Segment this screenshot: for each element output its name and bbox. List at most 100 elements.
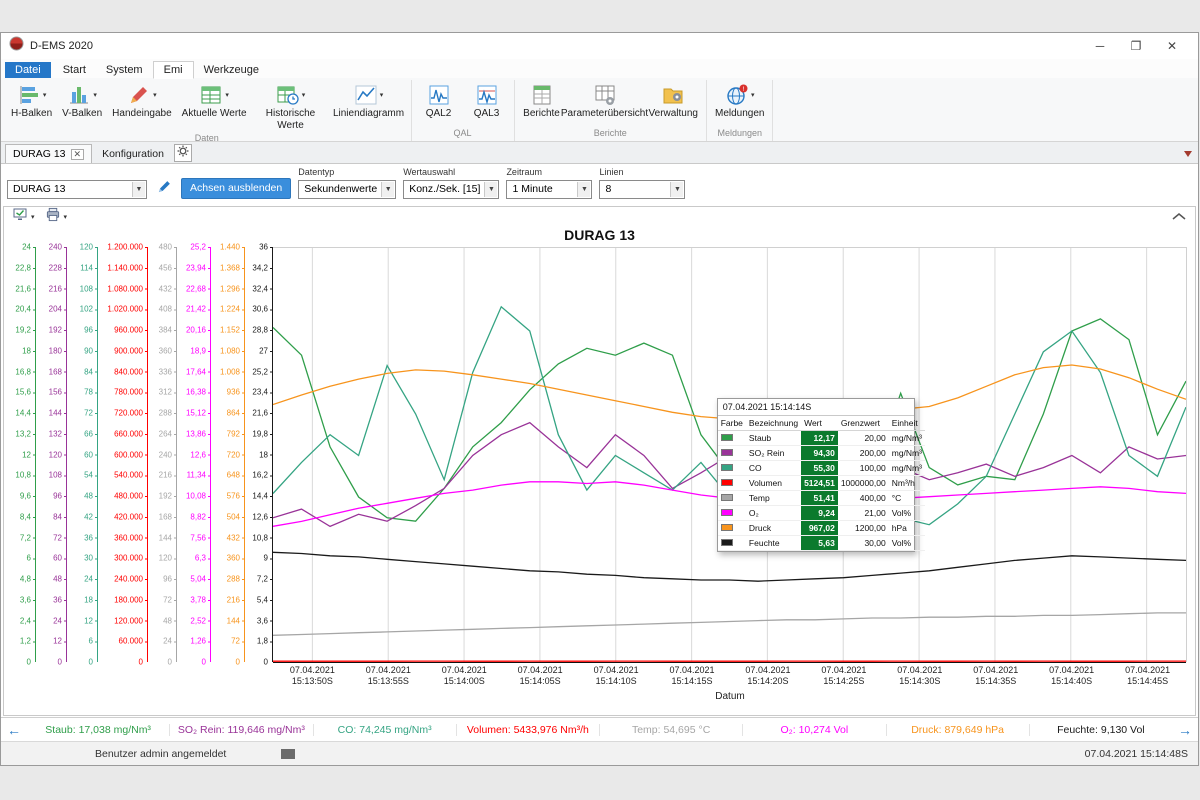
ribbon-button-liniendiagramm[interactable]: ▾Liniendiagramm (330, 80, 408, 131)
print-chart-button[interactable]: ▾ (45, 207, 68, 227)
collapse-panel-button[interactable] (1171, 208, 1187, 226)
tab-konfiguration[interactable]: Konfiguration (92, 145, 174, 163)
x-tick-label: 07.04.202115:14:35S (973, 665, 1018, 688)
ribbon-button-label: V-Balken (62, 108, 102, 120)
ribbon-button-aktuelle-werte[interactable]: ▾Aktuelle Werte (177, 80, 252, 131)
vbar-chart-icon: ▾ (67, 82, 97, 108)
ribbon-button-meldungen[interactable]: ! ▾ Meldungen (710, 80, 769, 126)
ribbon-button-handeingabe[interactable]: ▾Handeingabe (107, 80, 177, 131)
axis-tick-label: 720.000 (99, 409, 143, 418)
hand-input-icon: ▾ (127, 82, 157, 108)
axis-tick-label: 504 (212, 512, 240, 521)
axis-tick-label: 660.000 (99, 429, 143, 438)
datentyp-select[interactable]: Sekundenwerte ▼ (298, 180, 396, 199)
dropdown-arrow-icon[interactable]: ▾ (751, 91, 755, 99)
ribbon-tab-werkzeuge[interactable]: Werkzeuge (194, 62, 269, 78)
y-axis-labels: 4804564324083843603363122882642402161921… (151, 247, 174, 662)
tooltip-timestamp: 07.04.2021 15:14:14S (718, 399, 914, 416)
tooltip-col-einheit: Einheit (889, 416, 925, 431)
dropdown-arrow-icon[interactable]: ▾ (43, 91, 47, 99)
axis-tick-label: 1.368 (212, 263, 240, 272)
ribbon-group-buttons: ▾H-Balken▾V-Balken▾Handeingabe▾Aktuelle … (6, 80, 408, 131)
maximize-icon[interactable]: ❐ (1118, 39, 1154, 53)
axis-tick-label: 9,6 (11, 492, 31, 501)
dropdown-arrow-icon[interactable]: ▾ (153, 91, 157, 99)
tooltip-series-limit: 400,00 (838, 491, 889, 506)
axis-tick-label: 48 (37, 575, 62, 584)
axis-line (208, 247, 211, 662)
tooltip-row-o: O₂9,2421,00Vol% (718, 506, 925, 521)
splitter-handle[interactable] (281, 749, 295, 759)
y-axis-labels: 1201141081029690847872666054484236302418… (70, 247, 95, 662)
ribbon-button-qal2[interactable]: QAL2 (415, 80, 463, 126)
chevron-down-icon[interactable]: ▼ (381, 182, 394, 197)
axis-tick-label: 34,2 (246, 263, 268, 272)
close-icon[interactable]: ✕ (1154, 39, 1190, 53)
values-scroll-left-button[interactable]: ← (1, 722, 27, 738)
wertauswahl-select[interactable]: Konz./Sek. [15]▼ (403, 180, 499, 199)
ribbon-group-berichte: BerichteParameterübersichtVerwaltungBeri… (515, 80, 707, 141)
x-tick-label: 07.04.202115:13:50S (290, 665, 335, 688)
minimize-icon[interactable]: ─ (1082, 39, 1118, 53)
axis-tick-label: 864 (212, 409, 240, 418)
dropdown-arrow-icon[interactable]: ▾ (64, 213, 68, 221)
configuration-gear-button[interactable] (174, 144, 192, 162)
ribbon-button-label: Meldungen (715, 108, 764, 120)
axis-tick-label: 19,8 (246, 429, 268, 438)
ribbon-tab-emi[interactable]: Emi (153, 61, 194, 79)
current-values-bar: ← Staub: 17,038 mg/Nm³SO₂ Rein: 119,646 … (1, 717, 1198, 741)
tooltip-series-name: CO (746, 461, 801, 476)
hide-axes-button[interactable]: Achsen ausblenden (181, 178, 291, 199)
ribbon-button-berichte[interactable]: Berichte (518, 80, 566, 126)
axis-tick-label: 12 (37, 637, 62, 646)
ribbon-tab-start[interactable]: Start (53, 62, 96, 78)
axis-tick-label: 66 (68, 429, 93, 438)
dropdown-arrow-icon[interactable]: ▾ (93, 91, 97, 99)
tooltip-series-name: Temp (746, 491, 801, 506)
values-scroll-right-button[interactable]: → (1172, 722, 1198, 738)
axis-tick-label: 216 (212, 595, 240, 604)
chart-tooltip: 07.04.2021 15:14:14S Farbe Bezeichnung W… (717, 398, 915, 552)
ribbon-button-historische-werte[interactable]: ▾Historische Werte (252, 80, 330, 131)
chevron-down-icon[interactable]: ▼ (670, 182, 683, 197)
ribbon-button-verwaltung[interactable]: Verwaltung (644, 80, 703, 126)
dropdown-arrow-icon[interactable]: ▾ (380, 91, 384, 99)
dropdown-arrow-icon[interactable]: ▾ (225, 91, 229, 99)
ribbon-tab-system[interactable]: System (96, 62, 153, 78)
selected-value: Sekundenwerte (304, 183, 377, 195)
tab-durag-13[interactable]: DURAG 13 ✕ (5, 144, 92, 163)
chevron-down-icon[interactable]: ▼ (577, 182, 590, 197)
close-tab-icon[interactable]: ✕ (71, 149, 85, 160)
ribbon-button-qal3[interactable]: QAL3 (463, 80, 511, 126)
dropdown-arrow-icon[interactable]: ▾ (302, 91, 306, 99)
ribbon-button-h-balken[interactable]: ▾H-Balken (6, 80, 57, 131)
ribbon-tab-datei[interactable]: Datei (5, 62, 51, 78)
ribbon-button-label: Verwaltung (649, 108, 698, 120)
svg-text:!: ! (743, 86, 745, 93)
axis-tick-label: 840.000 (99, 367, 143, 376)
axis-tick-label: 6 (68, 637, 93, 646)
current-value-druck: Druck: 879,649 hPa (886, 724, 1029, 736)
axis-tick-label: 144 (149, 533, 172, 542)
chart-plot-area[interactable]: 07.04.2021 15:14:14S Farbe Bezeichnung W… (273, 247, 1187, 662)
edit-station-button[interactable] (154, 179, 174, 199)
axis-tick-label: 6 (11, 554, 31, 563)
axis-tick-label: 228 (37, 263, 62, 272)
current-value-temp: Temp: 54,695 °C (599, 724, 742, 736)
filter-field-wertauswahl: WertauswahlKonz./Sek. [15]▼ (403, 167, 499, 199)
ribbon-button-parameter-bersicht[interactable]: Parameterübersicht (566, 80, 644, 126)
chevron-down-icon[interactable]: ▼ (484, 182, 497, 197)
chevron-down-icon[interactable]: ▼ (132, 182, 145, 197)
export-chart-button[interactable]: ▾ (12, 207, 35, 227)
axis-tick-label: 11,34 (178, 471, 206, 480)
ribbon-button-v-balken[interactable]: ▾ V-Balken (57, 80, 107, 131)
dropdown-arrow-icon[interactable]: ▾ (31, 213, 35, 221)
station-select[interactable]: DURAG 13 ▼ (7, 180, 147, 199)
tooltip-row-so-rein: SO₂ Rein94,30200,00mg/Nm³ (718, 446, 925, 461)
axis-tick-label: 18 (246, 450, 268, 459)
tooltip-series-value: 55,30 (801, 461, 838, 476)
zeitraum-select[interactable]: 1 Minute▼ (506, 180, 592, 199)
tab-list-dropdown-icon[interactable] (1184, 151, 1192, 157)
x-tick-label: 07.04.202115:14:10S (594, 665, 639, 688)
linien-select[interactable]: 8▼ (599, 180, 685, 199)
